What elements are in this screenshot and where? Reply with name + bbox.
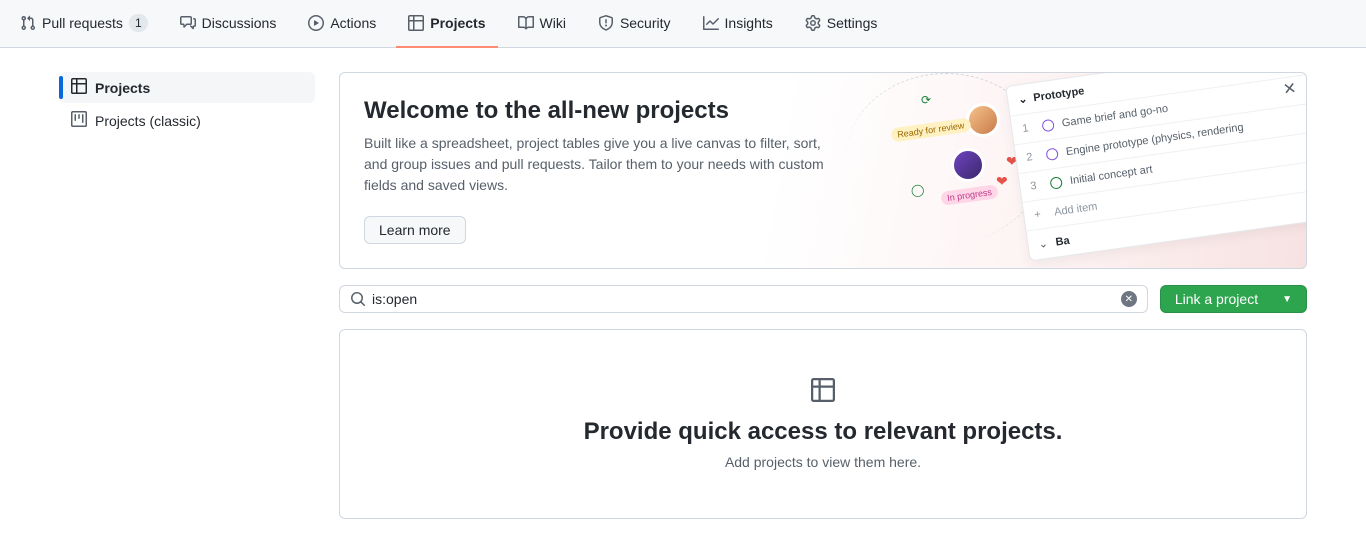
sidebar-item-projects[interactable]: Projects: [59, 72, 315, 103]
tab-label: Security: [620, 15, 671, 31]
tab-label: Projects: [430, 15, 485, 31]
search-icon: [350, 291, 366, 307]
pull-requests-count: 1: [129, 14, 148, 32]
clear-search-icon[interactable]: ✕: [1121, 291, 1137, 307]
tab-wiki[interactable]: Wiki: [506, 0, 578, 48]
tab-insights[interactable]: Insights: [691, 0, 785, 48]
graph-icon: [703, 15, 719, 31]
search-row: ✕ Link a project ▼: [339, 285, 1307, 313]
book-icon: [518, 15, 534, 31]
status-tag: In progress: [940, 184, 998, 206]
shield-icon: [598, 15, 614, 31]
sidebar-item-projects-classic[interactable]: Projects (classic): [59, 105, 315, 136]
mock-row-text: Engine prototype (physics, rendering: [1065, 121, 1244, 158]
tab-projects[interactable]: Projects: [396, 0, 497, 48]
heart-icon: ❤: [996, 173, 1008, 190]
chevron-down-icon: ⌄: [1038, 237, 1049, 251]
empty-title: Provide quick access to relevant project…: [364, 418, 1282, 446]
tab-actions[interactable]: Actions: [296, 0, 388, 48]
tab-label: Pull requests: [42, 15, 123, 31]
welcome-banner: Welcome to the all-new projects Built li…: [339, 72, 1307, 269]
link-project-label: Link a project: [1175, 291, 1258, 307]
search-input[interactable]: [372, 291, 1115, 307]
project-icon: [71, 111, 87, 130]
tab-label: Settings: [827, 15, 878, 31]
gear-icon: [805, 15, 821, 31]
sidebar-item-label: Projects: [95, 80, 150, 96]
heart-icon: ❤: [1006, 153, 1018, 170]
git-pull-request-icon: [20, 15, 36, 31]
triangle-down-icon: ▼: [1282, 294, 1292, 305]
learn-more-label: Learn more: [379, 222, 451, 238]
tab-discussions[interactable]: Discussions: [168, 0, 289, 48]
sidebar-item-label: Projects (classic): [95, 113, 201, 129]
tab-label: Actions: [330, 15, 376, 31]
tab-label: Insights: [725, 15, 773, 31]
circle-icon: ◯: [911, 183, 924, 197]
link-project-button[interactable]: Link a project ▼: [1160, 285, 1307, 313]
learn-more-button[interactable]: Learn more: [364, 216, 466, 244]
close-icon[interactable]: ✕: [1281, 78, 1297, 100]
tab-label: Discussions: [202, 15, 277, 31]
repo-tabs: Pull requests 1 Discussions Actions Proj…: [0, 0, 1366, 48]
search-box[interactable]: ✕: [339, 285, 1148, 313]
empty-subtitle: Add projects to view them here.: [364, 454, 1282, 470]
main-content: Welcome to the all-new projects Built li…: [339, 72, 1307, 519]
play-icon: [308, 15, 324, 31]
table-icon: [408, 15, 424, 31]
comment-discussion-icon: [180, 15, 196, 31]
table-icon: [364, 378, 1282, 402]
tab-settings[interactable]: Settings: [793, 0, 890, 48]
tab-pull-requests[interactable]: Pull requests 1: [8, 0, 160, 48]
sidebar: Projects Projects (classic): [59, 72, 315, 519]
welcome-body: Built like a spreadsheet, project tables…: [364, 133, 834, 196]
avatar: [951, 148, 985, 182]
mock-add-item: Add item: [1053, 201, 1098, 219]
welcome-title: Welcome to the all-new projects: [364, 97, 1282, 125]
empty-state: Provide quick access to relevant project…: [339, 329, 1307, 519]
mock-row-text: Initial concept art: [1069, 164, 1153, 187]
table-icon: [71, 78, 87, 97]
tab-security[interactable]: Security: [586, 0, 683, 48]
tab-label: Wiki: [540, 15, 566, 31]
